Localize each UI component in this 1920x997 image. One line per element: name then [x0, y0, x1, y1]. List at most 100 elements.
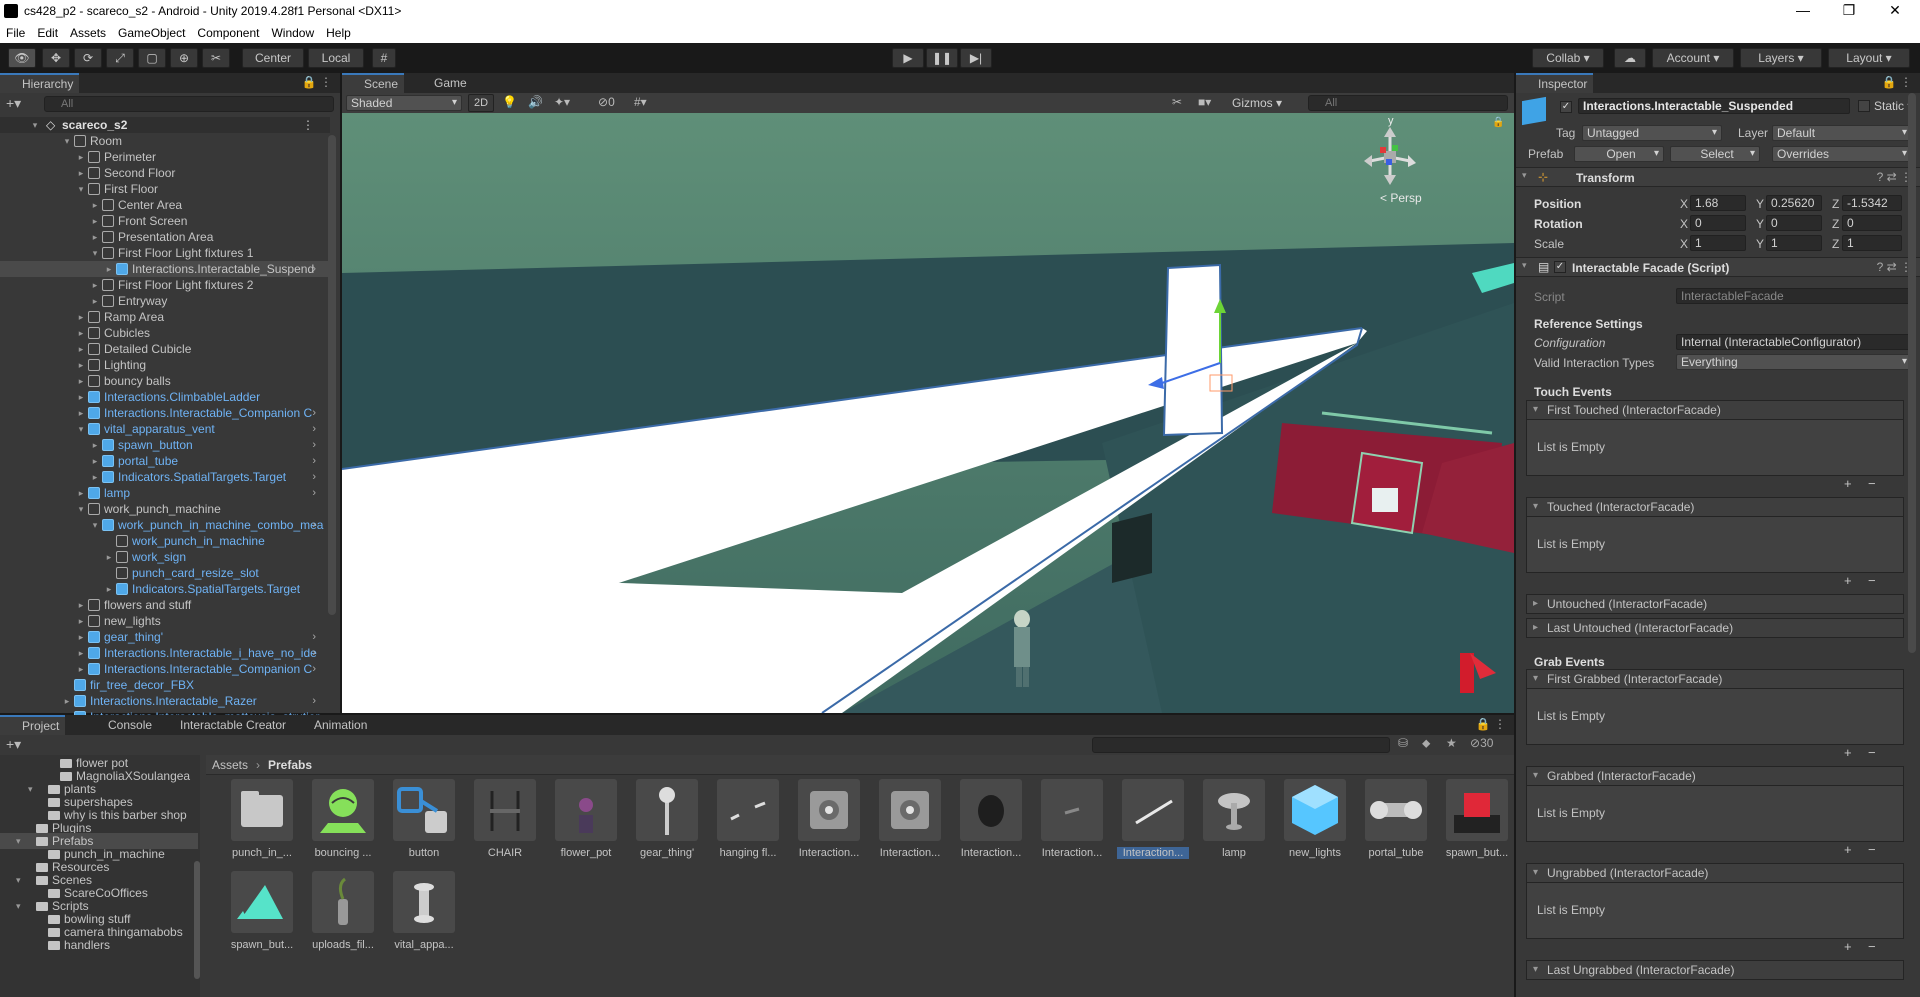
- shading-mode-dropdown[interactable]: Shaded: [346, 95, 462, 111]
- expand-arrow-icon[interactable]: ▸: [76, 405, 86, 421]
- scene-viewport[interactable]: y < Persp 🔒: [342, 113, 1514, 713]
- filter-label-icon[interactable]: ⬥: [1422, 736, 1430, 751]
- asset-tile[interactable]: button: [388, 779, 460, 859]
- hierarchy-item[interactable]: ▾ First Floor: [0, 181, 330, 197]
- favorite-star-icon[interactable]: ★: [1446, 736, 1457, 750]
- hierarchy-search-input[interactable]: All: [44, 96, 334, 112]
- asset-tile[interactable]: lamp: [1198, 779, 1270, 859]
- rotation-y-field[interactable]: 0: [1766, 215, 1822, 231]
- open-prefab-icon[interactable]: ›: [312, 405, 316, 421]
- event-first-grabbed-add-button[interactable]: +: [1844, 745, 1852, 760]
- hierarchy-item[interactable]: ▸ work_sign: [0, 549, 330, 565]
- hierarchy-item[interactable]: ▸ Interactions.ClimbableLadder: [0, 389, 330, 405]
- transform-tool-icon[interactable]: ⊕: [170, 48, 198, 68]
- hidden-objects-icon[interactable]: ⊘0: [598, 95, 615, 109]
- create-plus-icon[interactable]: +▾: [6, 95, 21, 112]
- hierarchy-item[interactable]: ▸ Interactions.Interactable_i_have_no_ide…: [0, 645, 330, 661]
- open-prefab-icon[interactable]: ›: [312, 645, 316, 661]
- scene-menu-icon[interactable]: ⋮: [302, 117, 314, 133]
- hierarchy-item[interactable]: ▸ Presentation Area: [0, 229, 330, 245]
- event-touched-remove-button[interactable]: −: [1868, 573, 1876, 588]
- position-y-field[interactable]: 0.25620: [1766, 195, 1822, 211]
- hierarchy-item[interactable]: ▸ First Floor Light fixtures 2: [0, 277, 330, 293]
- open-prefab-icon[interactable]: ›: [312, 469, 316, 485]
- scale-y-field[interactable]: 1: [1766, 235, 1822, 251]
- tag-dropdown[interactable]: Untagged: [1582, 125, 1722, 141]
- tab-game[interactable]: Game: [412, 73, 473, 93]
- open-prefab-icon[interactable]: ›: [312, 661, 316, 677]
- event-first-touched-add-button[interactable]: +: [1844, 476, 1852, 491]
- rotation-z-field[interactable]: 0: [1842, 215, 1902, 231]
- hierarchy-item[interactable]: ▸ portal_tube ›: [0, 453, 330, 469]
- custom-tool-icon[interactable]: ✂: [202, 48, 230, 68]
- asset-tile[interactable]: spawn_but...: [1441, 779, 1513, 859]
- scale-tool-icon[interactable]: ⤢: [106, 48, 134, 68]
- effects-toggle-icon[interactable]: ✦▾: [554, 95, 570, 109]
- component-enabled-checkbox[interactable]: ✓: [1554, 261, 1566, 273]
- expand-arrow-icon[interactable]: ▾: [62, 133, 72, 149]
- expand-arrow-icon[interactable]: ▸: [76, 389, 86, 405]
- expand-arrow-icon[interactable]: ▸: [90, 277, 100, 293]
- transform-menu-icon[interactable]: ? ⇄ ⋮: [1877, 170, 1912, 184]
- event-untouched[interactable]: Untouched (InteractorFacade): [1526, 594, 1904, 614]
- object-name-field[interactable]: Interactions.Interactable_Suspended: [1578, 98, 1850, 114]
- open-prefab-icon[interactable]: ›: [312, 421, 316, 437]
- prefab-open-button[interactable]: Open: [1574, 146, 1664, 162]
- inspector-menu-icon[interactable]: 🔒 ⋮: [1882, 75, 1912, 89]
- tools-icon[interactable]: ✂: [1172, 95, 1182, 109]
- step-button[interactable]: ▶|: [960, 48, 992, 68]
- cloud-icon[interactable]: ☁: [1614, 48, 1646, 68]
- asset-tile[interactable]: hanging fl...: [712, 779, 784, 859]
- event-ungrabbed-add-button[interactable]: +: [1844, 939, 1852, 954]
- open-prefab-icon[interactable]: ›: [312, 517, 316, 533]
- layout-dropdown[interactable]: Layout ▾: [1828, 48, 1910, 68]
- open-prefab-icon[interactable]: ›: [312, 437, 316, 453]
- 2d-toggle[interactable]: 2D: [468, 94, 494, 112]
- audio-toggle-icon[interactable]: 🔊: [528, 95, 543, 109]
- expand-arrow-icon[interactable]: ▸: [76, 149, 86, 165]
- menu-file[interactable]: File: [0, 26, 31, 40]
- project-tree-scrollbar[interactable]: [194, 861, 200, 979]
- asset-tile[interactable]: CHAIR: [469, 779, 541, 859]
- prefab-overrides-dropdown[interactable]: Overrides: [1772, 146, 1912, 162]
- project-search-input[interactable]: [1092, 737, 1390, 753]
- hierarchy-item[interactable]: ▸ Front Screen: [0, 213, 330, 229]
- lighting-toggle-icon[interactable]: 💡: [502, 95, 517, 109]
- configuration-field[interactable]: Internal (InteractableConfigurator): [1676, 334, 1912, 350]
- account-dropdown[interactable]: Account ▾: [1652, 48, 1734, 68]
- expand-arrow-icon[interactable]: ▸: [76, 613, 86, 629]
- expand-arrow-icon[interactable]: ▸: [90, 293, 100, 309]
- hierarchy-item[interactable]: ▸ Lighting: [0, 357, 330, 373]
- open-prefab-icon[interactable]: ›: [312, 693, 316, 709]
- component-menu-icon[interactable]: ? ⇄ ⋮: [1877, 260, 1912, 274]
- expand-arrow-icon[interactable]: ▸: [76, 325, 86, 341]
- event-last-ungrabbed[interactable]: Last Ungrabbed (InteractorFacade): [1526, 960, 1904, 980]
- minimize-button[interactable]: —: [1780, 0, 1826, 22]
- tab-hierarchy[interactable]: Hierarchy: [0, 73, 80, 93]
- filter-type-icon[interactable]: ⛁: [1398, 736, 1408, 750]
- hierarchy-item[interactable]: ▸ Center Area: [0, 197, 330, 213]
- rect-tool-icon[interactable]: ▢: [138, 48, 166, 68]
- static-checkbox[interactable]: [1858, 100, 1870, 112]
- prefab-select-button[interactable]: Select: [1670, 146, 1760, 162]
- expand-arrow-icon[interactable]: ▾: [90, 517, 100, 533]
- menu-edit[interactable]: Edit: [31, 26, 64, 40]
- menu-component[interactable]: Component: [191, 26, 265, 40]
- hierarchy-item[interactable]: ▸ Interactions.Interactable_Suspend ›: [0, 261, 330, 277]
- expand-arrow-icon[interactable]: ▸: [90, 453, 100, 469]
- event-first-grabbed[interactable]: First Grabbed (InteractorFacade): [1526, 669, 1904, 689]
- expand-arrow-icon[interactable]: ▾: [76, 181, 86, 197]
- hierarchy-item[interactable]: ▸ Second Floor: [0, 165, 330, 181]
- hierarchy-item[interactable]: ▾ First Floor Light fixtures 1: [0, 245, 330, 261]
- hierarchy-item[interactable]: ▸ new_lights: [0, 613, 330, 629]
- expand-arrow-icon[interactable]: ▸: [76, 165, 86, 181]
- expand-arrow-icon[interactable]: ▸: [62, 693, 72, 709]
- expand-arrow-icon[interactable]: ▸: [76, 629, 86, 645]
- hierarchy-item[interactable]: ▸ Detailed Cubicle: [0, 341, 330, 357]
- position-z-field[interactable]: -1.5342: [1842, 195, 1902, 211]
- asset-tile[interactable]: punch_in_...: [226, 779, 298, 859]
- rotate-tool-icon[interactable]: ⟳: [74, 48, 102, 68]
- asset-tile[interactable]: Interaction...: [874, 779, 946, 859]
- orientation-gizmo[interactable]: y: [1362, 115, 1418, 187]
- project-create-icon[interactable]: +▾: [6, 736, 21, 753]
